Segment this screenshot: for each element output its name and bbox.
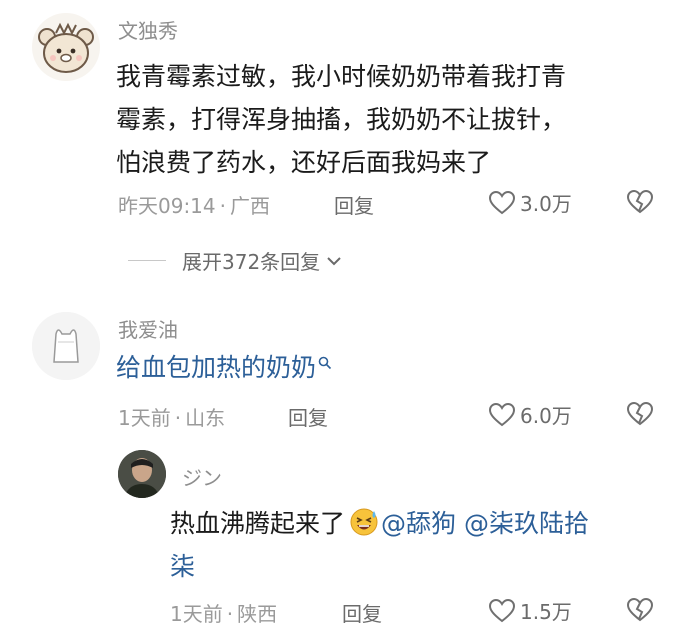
comment-line: 热血沸腾起来了 @舔狗 @柒玖陆拾 [170, 502, 589, 545]
mention-link[interactable]: @舔狗 [381, 509, 456, 538]
comment-text-prefix: 热血沸腾起来了 [170, 509, 346, 538]
like-count: 1.5万 [520, 600, 572, 624]
avatar-bag[interactable] [32, 312, 100, 380]
comment-time: 昨天09:14 [118, 194, 216, 218]
expand-replies-label: 展开372条回复 [182, 250, 321, 274]
comment-text: 给血包加热的奶奶 [116, 346, 332, 389]
heart-outline-icon [488, 190, 516, 214]
chevron-down-icon [327, 256, 341, 265]
comment-line: 怕浪费了药水，还好后面我妈来了 [116, 148, 492, 177]
broken-heart-icon[interactable] [626, 401, 654, 427]
comment-meta: 1天前 · 山东 [118, 402, 225, 431]
meta-separator: · [226, 602, 234, 626]
like-count: 6.0万 [520, 404, 572, 428]
comment-2: 我爱油 给血包加热的奶奶 1天前 · 山东 回复 6.0万 [0, 290, 690, 440]
expand-replies-button[interactable]: 展开372条回复 [128, 246, 342, 275]
meta-separator: · [174, 406, 182, 430]
broken-heart-icon[interactable] [626, 189, 654, 215]
comment-line: 我青霉素过敏，我小时候奶奶带着我打青 [116, 62, 567, 91]
bear-avatar-icon [32, 13, 100, 81]
person-photo-avatar-icon [118, 450, 166, 498]
comment-time: 1天前 [170, 602, 223, 626]
mention-link[interactable]: @柒玖陆拾 [464, 509, 589, 538]
avatar-bear[interactable] [32, 13, 100, 81]
comment-text: 我青霉素过敏，我小时候奶奶带着我打青 霉素，打得浑身抽搐，我奶奶不让拔针， 怕浪… [116, 55, 566, 184]
reply-button[interactable]: 回复 [288, 402, 328, 431]
heart-outline-icon [488, 598, 516, 622]
reply-button[interactable]: 回复 [334, 190, 374, 219]
mention-link-continuation[interactable]: 柒 [170, 545, 589, 588]
comment-line: 霉素，打得浑身抽搐，我奶奶不让拔针， [116, 105, 567, 134]
like-button[interactable]: 1.5万 [488, 596, 572, 625]
comment-meta: 1天前 · 陕西 [170, 598, 277, 627]
comment-time: 1天前 [118, 406, 171, 430]
comment-search-link[interactable]: 给血包加热的奶奶 [116, 353, 316, 382]
comment-meta: 昨天09:14 · 广西 [118, 190, 270, 219]
like-button[interactable]: 6.0万 [488, 400, 572, 429]
comment-1: 文独秀 我青霉素过敏，我小时候奶奶带着我打青 霉素，打得浑身抽搐，我奶奶不让拔针… [0, 0, 690, 290]
expand-divider [128, 260, 166, 261]
like-button[interactable]: 3.0万 [488, 188, 572, 217]
comment-text: 热血沸腾起来了 @舔狗 @柒玖陆拾 柒 [170, 502, 589, 588]
comment-author[interactable]: 文独秀 [118, 15, 178, 44]
plastic-bag-avatar-icon [32, 312, 100, 380]
heart-outline-icon [488, 402, 516, 426]
broken-heart-icon[interactable] [626, 597, 654, 623]
reply-button[interactable]: 回复 [342, 598, 382, 627]
comment-location: 陕西 [237, 602, 278, 626]
meta-separator: · [219, 194, 226, 218]
like-count: 3.0万 [520, 192, 572, 216]
avatar-photo[interactable] [118, 450, 166, 498]
comment-author[interactable]: ジン [182, 462, 222, 491]
laughing-sweat-emoji-icon [350, 508, 378, 536]
comment-3-reply: ジン 热血沸腾起来了 @舔狗 @柒玖陆拾 柒 1天前 · 陕西 回复 1.5万 [0, 440, 690, 630]
comment-location: 广西 [230, 194, 270, 218]
comment-location: 山东 [185, 406, 226, 430]
search-icon[interactable] [318, 356, 332, 370]
comment-author[interactable]: 我爱油 [118, 314, 178, 343]
